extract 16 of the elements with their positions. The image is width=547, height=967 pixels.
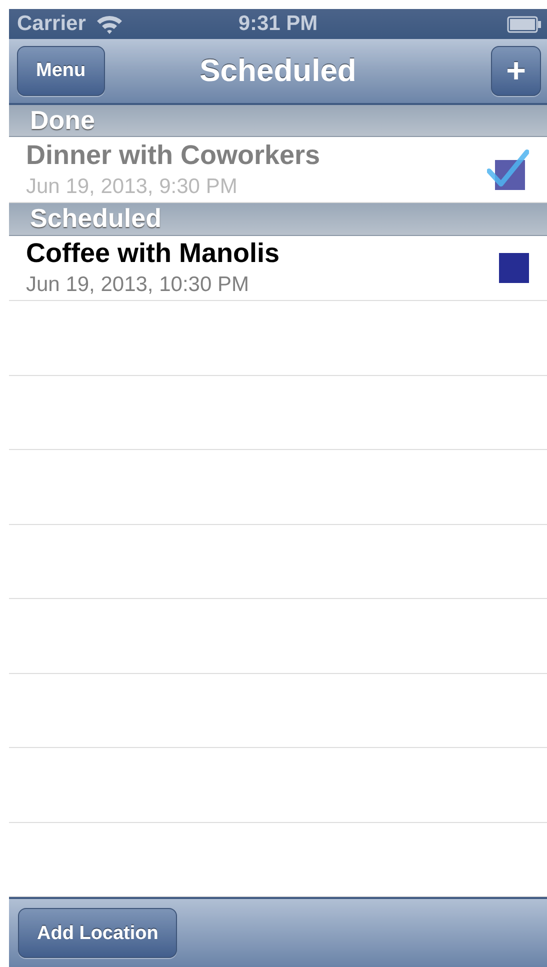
event-title: Coffee with Manolis [26,238,280,270]
menu-button[interactable]: Menu [17,46,105,96]
add-button[interactable]: + [491,46,541,96]
battery-icon [507,16,541,32]
add-location-button[interactable]: Add Location [18,908,178,958]
section-header: Scheduled [9,202,547,236]
event-date: Jun 19, 2013, 10:30 PM [26,273,249,298]
carrier-label: Carrier [17,12,86,36]
time-label: 9:31 PM [238,12,318,36]
section-header: Done [9,104,547,138]
wifi-icon [96,14,123,34]
screen-title: Scheduled [200,52,356,89]
checked-checkbox-icon[interactable] [487,148,529,192]
event-title: Dinner with Coworkers [26,140,320,172]
event-date: Jun 19, 2013, 9:30 PM [26,175,238,200]
checkbox-icon[interactable] [499,252,529,283]
